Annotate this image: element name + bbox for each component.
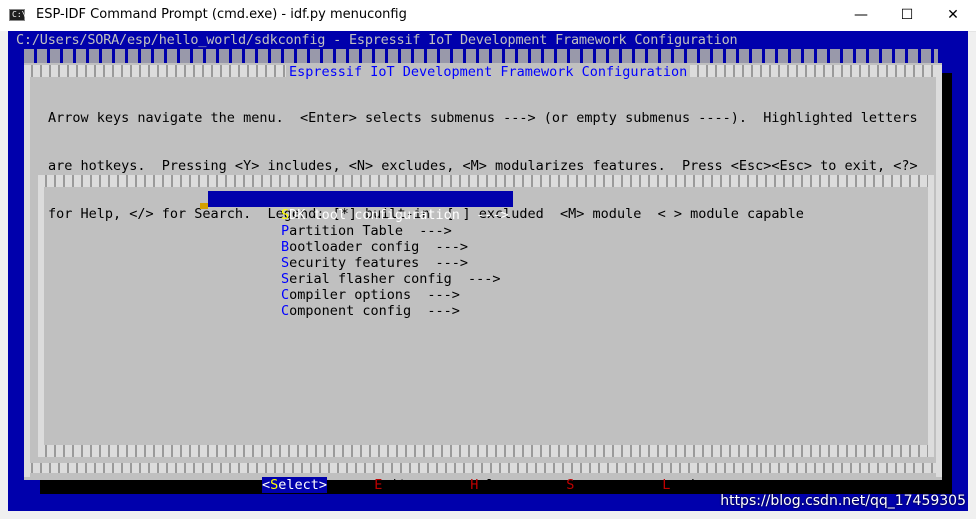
help-line: are hotkeys. Pressing <Y> includes, <N> … bbox=[48, 158, 918, 174]
menu-right-border bbox=[928, 175, 934, 457]
dialog-separator bbox=[24, 463, 942, 473]
config-path-line: C:/Users/SORA/esp/hello_world/sdkconfig … bbox=[16, 32, 738, 48]
menu-item-serial-flasher-config[interactable]: Serial flasher config ---> bbox=[208, 255, 513, 287]
cmd-icon: C:\ bbox=[9, 9, 26, 21]
menu-item-security-features[interactable]: Security features ---> bbox=[208, 239, 513, 271]
watermark-text: https://blog.csdn.net/qq_17459305 bbox=[720, 493, 966, 509]
cursor-marker bbox=[200, 203, 208, 209]
console-area[interactable]: C:/Users/SORA/esp/hello_world/sdkconfig … bbox=[8, 31, 968, 511]
load-button[interactable]: < Load > bbox=[646, 477, 711, 493]
select-button[interactable]: <Select> bbox=[262, 477, 328, 493]
menu-item-sdk-tool-configuration[interactable]: SDK tool configuration ---> bbox=[208, 191, 513, 223]
window-title: ESP-IDF Command Prompt (cmd.exe) - idf.p… bbox=[36, 7, 407, 22]
window-titlebar[interactable]: C:\ ESP-IDF Command Prompt (cmd.exe) - i… bbox=[0, 0, 976, 32]
maximize-button[interactable]: ☐ bbox=[884, 0, 930, 31]
menu-item-component-config[interactable]: Component config ---> bbox=[208, 287, 513, 319]
exit-button[interactable]: < Exit > bbox=[358, 477, 423, 493]
menu-item-partition-table[interactable]: Partition Table ---> bbox=[208, 207, 513, 239]
save-button[interactable]: < Save > bbox=[550, 477, 615, 493]
menuconfig-dialog: Espressif IoT Development Framework Conf… bbox=[24, 63, 942, 493]
help-line: Arrow keys navigate the menu. <Enter> se… bbox=[48, 110, 918, 126]
menu-item-bootloader-config[interactable]: Bootloader config ---> bbox=[208, 223, 513, 255]
menu-list: SDK tool configuration ---> Partition Ta… bbox=[208, 191, 513, 319]
menu-bottom-border bbox=[38, 445, 934, 457]
menu-item-compiler-options[interactable]: Compiler options ---> bbox=[208, 271, 513, 303]
dialog-left-border bbox=[24, 65, 30, 477]
dialog-shadow-right bbox=[942, 73, 952, 490]
background-window-strip bbox=[0, 31, 8, 519]
minimize-button[interactable]: — bbox=[838, 0, 884, 31]
close-button[interactable]: ✕ bbox=[930, 0, 976, 31]
menu-left-border bbox=[38, 175, 44, 457]
menu-top-border bbox=[38, 175, 934, 187]
dialog-right-border bbox=[936, 65, 942, 477]
help-button[interactable]: < Help > bbox=[454, 477, 519, 493]
garbled-border-row bbox=[24, 49, 938, 63]
